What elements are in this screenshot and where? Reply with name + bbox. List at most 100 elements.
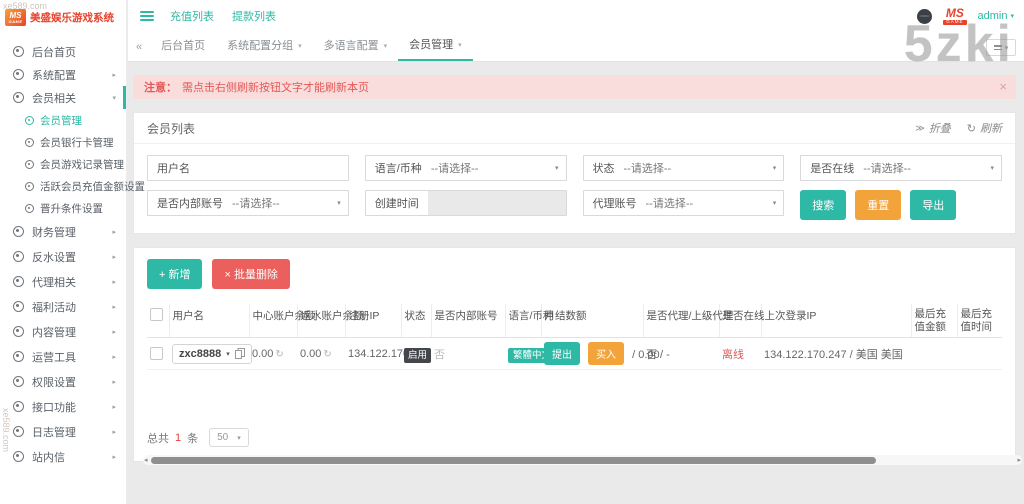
refresh-balance-icon[interactable]	[275, 349, 283, 360]
caret-down-icon	[458, 31, 462, 60]
language-filter-group: 语言/币种 --请选择--	[364, 155, 567, 181]
search-button[interactable]: 搜索	[800, 190, 847, 220]
row-checkbox[interactable]	[150, 347, 163, 361]
menu-circle-icon	[13, 376, 24, 387]
collapse-button[interactable]: 折叠	[915, 120, 951, 136]
tab-multilanguage-config[interactable]: 多语言配置	[313, 32, 399, 61]
col-center-balance: 中心账户余额	[248, 304, 316, 339]
col-register-ip: 注册IP	[344, 304, 401, 339]
sidebar-item-welfare[interactable]: 福利活动	[0, 294, 126, 319]
sidebar-subitem-bank-card[interactable]: 会员银行卡管理	[0, 131, 126, 153]
agent-select[interactable]: --请选择--	[646, 191, 784, 215]
menu-circle-icon	[13, 401, 24, 412]
tab-options-button[interactable]	[986, 39, 1016, 56]
col-username: 用户名	[168, 304, 249, 339]
menu-circle-icon	[13, 46, 24, 57]
chevron-right-icon	[112, 453, 116, 461]
copy-icon[interactable]	[234, 348, 245, 360]
scrollbar-thumb[interactable]	[151, 456, 876, 464]
buyin-button[interactable]: 买入	[588, 342, 625, 366]
nav-recharge-list[interactable]: 充值列表	[170, 8, 214, 24]
col-last-recharge-time: 最后充值时间	[956, 304, 1002, 339]
language-select[interactable]: --请选择--	[431, 156, 566, 180]
online-status: 离线	[722, 348, 744, 361]
status-filter-group: 状态 --请选择--	[582, 155, 785, 181]
breadcrumb-tabbar: 后台首页 系统配置分组 多语言配置 会员管理	[128, 32, 1024, 62]
sidebar-item-log[interactable]: 日志管理	[0, 419, 126, 444]
language-globe-icon[interactable]	[917, 8, 933, 24]
tab-system-config-group[interactable]: 系统配置分组	[216, 32, 313, 61]
sidebar-item-operation-tools[interactable]: 运营工具	[0, 344, 126, 369]
table-header-row: 用户名 中心账户余额 返水账户余额 注册IP 状态 是否内部账号 语言/币种 月…	[147, 304, 1002, 339]
close-icon[interactable]	[999, 79, 1007, 94]
menu-circle-icon	[25, 181, 34, 191]
tab-member-manage[interactable]: 会员管理	[398, 32, 473, 61]
internal-filter-group: 是否内部账号 --请选择--	[147, 190, 349, 216]
tab-dashboard[interactable]: 后台首页	[150, 32, 216, 61]
select-all-checkbox[interactable]	[150, 308, 163, 321]
menu-circle-icon	[13, 451, 24, 462]
member-list-panel: 会员列表 折叠 刷新 用户名 语言/币种 --请选择--	[133, 112, 1016, 234]
reset-button[interactable]: 重置	[855, 190, 902, 220]
tabs-back-icon[interactable]	[136, 41, 142, 53]
sidebar-subitem-recharge-amount[interactable]: 活跃会员充值金额设置	[0, 175, 145, 197]
last-recharge-time-cell	[957, 337, 1002, 371]
refresh-button[interactable]: 刷新	[967, 120, 1002, 136]
agent-cell: 否 / -	[643, 337, 719, 371]
alert-prefix: 注意：	[144, 82, 177, 94]
col-last-recharge-amount: 最后充值金额	[910, 304, 957, 339]
sidebar-subitem-member-manage[interactable]: 会员管理	[0, 109, 126, 131]
caret-down-icon	[990, 164, 994, 172]
sidebar-item-dashboard[interactable]: 后台首页	[0, 40, 126, 63]
hamburger-icon[interactable]	[140, 11, 154, 21]
nav-withdraw-list[interactable]: 提款列表	[232, 8, 276, 24]
online-filter-group: 是否在线 --请选择--	[800, 155, 1002, 181]
sidebar-subitem-game-record[interactable]: 会员游戏记录管理	[0, 153, 126, 175]
table-footer: 总共 1 条 50	[147, 426, 1002, 451]
refresh-balance-icon[interactable]	[323, 349, 331, 360]
chevron-right-icon	[112, 253, 116, 261]
sidebar-item-member[interactable]: 会员相关	[0, 86, 126, 109]
admin-dropdown[interactable]: admin	[978, 10, 1014, 22]
top-header: 充值列表 提款列表 MS GAME admin	[128, 0, 1024, 32]
sidebar-item-permission[interactable]: 权限设置	[0, 369, 126, 394]
sidebar-item-finance[interactable]: 财务管理	[0, 219, 126, 244]
online-select[interactable]: --请选择--	[863, 156, 1001, 180]
caret-down-icon	[1005, 44, 1009, 52]
username-input[interactable]	[199, 156, 348, 180]
sidebar-subitem-promotion[interactable]: 晋升条件设置	[0, 197, 126, 219]
watermark-left-side: xe589.com	[1, 408, 11, 453]
col-monthly: 月结数额	[540, 304, 643, 339]
chevron-right-icon	[112, 428, 116, 436]
chevron-right-icon	[112, 328, 116, 336]
chevron-down-icon	[112, 94, 116, 102]
col-online: 是否在线	[718, 304, 765, 339]
page-size-select[interactable]: 50	[209, 428, 249, 448]
internal-select[interactable]: --请选择--	[232, 191, 348, 215]
ms-game-logo-icon: MS GAME	[943, 7, 967, 25]
chevron-right-icon	[112, 303, 116, 311]
sidebar-item-agent[interactable]: 代理相关	[0, 269, 126, 294]
caret-down-icon	[773, 199, 777, 207]
menu-circle-icon	[13, 92, 24, 103]
sidebar-item-content[interactable]: 内容管理	[0, 319, 126, 344]
caret-down-icon	[337, 199, 341, 207]
export-button[interactable]: 导出	[910, 190, 957, 220]
scroll-right-arrow[interactable]	[1017, 456, 1021, 464]
caret-down-icon	[226, 350, 230, 358]
sidebar-item-api[interactable]: 接口功能	[0, 394, 126, 419]
scroll-left-arrow[interactable]	[144, 456, 148, 464]
sidebar-item-rebate[interactable]: 反水设置	[0, 244, 126, 269]
batch-delete-button[interactable]: × 批量删除	[212, 259, 290, 289]
notice-alert: 注意： 需点击右侧刷新按钮文字才能刷新本页	[133, 75, 1016, 99]
withdraw-button[interactable]: 提出	[544, 342, 580, 366]
sidebar-item-message[interactable]: 站内信	[0, 444, 126, 469]
sidebar-item-system-config[interactable]: 系统配置	[0, 63, 126, 86]
add-button[interactable]: + 新增	[147, 259, 203, 289]
caret-down-icon	[237, 434, 241, 442]
created-time-input[interactable]	[427, 191, 566, 215]
caret-down-icon	[1010, 12, 1014, 20]
menu-circle-icon	[13, 276, 24, 287]
status-select[interactable]: --请选择--	[624, 156, 784, 180]
username-dropdown[interactable]: zxc8888	[172, 343, 252, 364]
